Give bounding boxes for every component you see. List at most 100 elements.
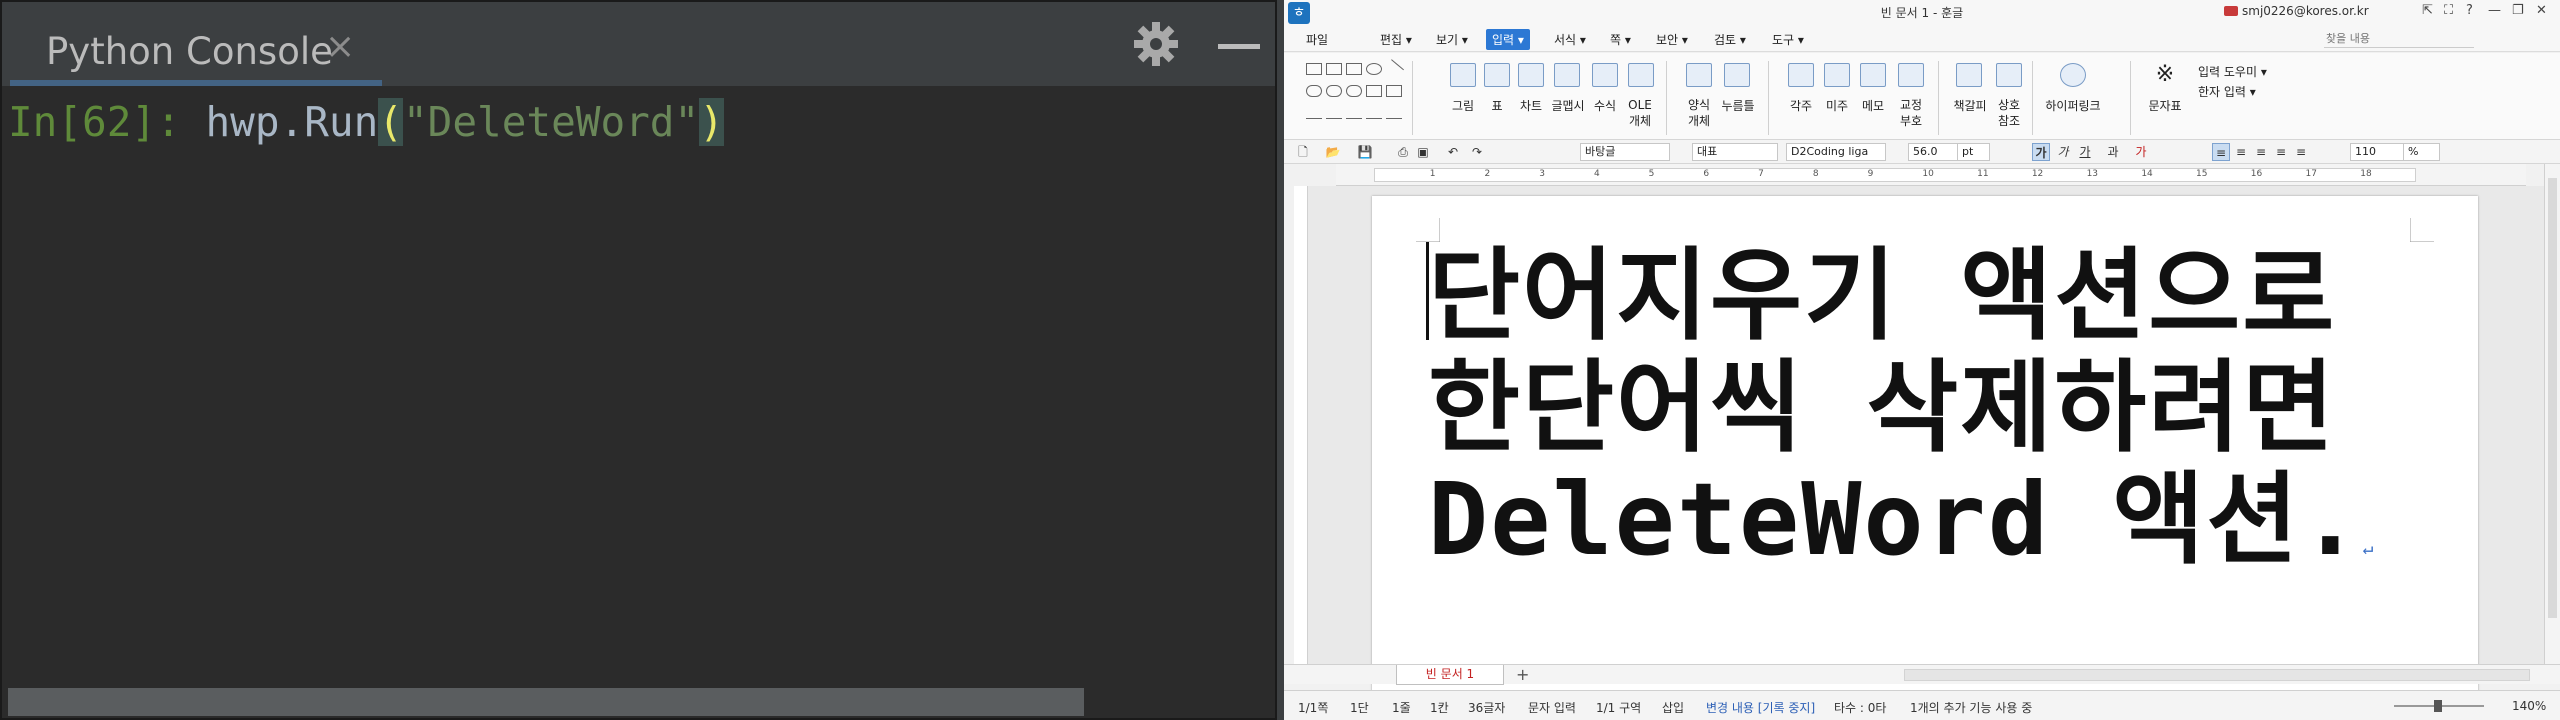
gear-icon[interactable] <box>1132 20 1180 68</box>
menu-security[interactable]: 보안 ▾ <box>1656 31 1688 48</box>
splitter[interactable] <box>1277 0 1284 720</box>
align-right-icon[interactable]: ≡ <box>2252 143 2270 161</box>
zoom-slider-knob[interactable] <box>2434 700 2442 712</box>
menu-page[interactable]: 쪽 ▾ <box>1610 31 1631 48</box>
user-email[interactable]: smj0226@kores.or.kr <box>2242 4 2369 18</box>
redo-icon[interactable]: ↷ <box>1468 143 1486 161</box>
print-icon[interactable]: ⎙ <box>1394 143 1412 161</box>
bold-button[interactable]: 가 <box>2032 143 2050 161</box>
field-button[interactable]: 누름틀 <box>1720 97 1756 114</box>
close-icon[interactable]: × <box>325 26 355 67</box>
menu-file[interactable]: 파일 <box>1306 31 1328 48</box>
wordart-icon[interactable] <box>1554 63 1580 87</box>
horizontal-scrollbar[interactable] <box>8 688 1084 716</box>
align-center-icon[interactable]: ≡ <box>2272 143 2290 161</box>
menu-format[interactable]: 서식 ▾ <box>1554 31 1586 48</box>
character-map-button[interactable]: 문자표 <box>2148 97 2182 114</box>
document-area[interactable]: 단어지우기 액션으로 한단어씩 삭제하려면 DeleteWord 액션.↵ <box>1308 186 2546 696</box>
shape-gallery[interactable] <box>1306 59 1406 131</box>
align-justify-icon[interactable]: ≡ <box>2212 143 2230 161</box>
formula-icon[interactable] <box>1592 63 1618 87</box>
minimize-icon[interactable] <box>1218 44 1260 49</box>
document-tab[interactable]: 빈 문서 1 <box>1396 665 1504 685</box>
ole-object-button[interactable]: OLE 개체 <box>1624 97 1656 129</box>
endnote-icon[interactable] <box>1824 63 1850 87</box>
footnote-button[interactable]: 각주 <box>1786 97 1816 114</box>
italic-button[interactable]: 가 <box>2054 143 2072 161</box>
open-icon[interactable]: 📂 <box>1324 143 1342 161</box>
ole-object-icon[interactable] <box>1628 63 1654 87</box>
hyperlink-icon[interactable] <box>2060 63 2086 87</box>
input-helper-button[interactable]: 입력 도우미 ▾ <box>2198 63 2267 80</box>
font-size-input[interactable]: 56.0 <box>1908 143 1958 161</box>
distribute-icon[interactable]: ≡ <box>2292 143 2310 161</box>
status-page[interactable]: 1/1쪽 <box>1298 699 1328 716</box>
hanja-input-button[interactable]: 한자 입력 ▾ <box>2198 83 2256 100</box>
bookmark-button[interactable]: 책갈피 <box>1950 97 1990 114</box>
status-track-changes[interactable]: 변경 내용 [기록 중지] <box>1706 699 1815 716</box>
hyperlink-button[interactable]: 하이퍼링크 <box>2042 97 2104 114</box>
table-icon[interactable] <box>1484 63 1510 87</box>
help-icon[interactable]: ? <box>2466 3 2473 18</box>
style-select[interactable]: 바탕글 <box>1580 143 1670 161</box>
language-select[interactable]: 대표 <box>1692 143 1778 161</box>
endnote-button[interactable]: 미주 <box>1822 97 1852 114</box>
search-input[interactable] <box>2324 30 2474 48</box>
chart-button[interactable]: 차트 <box>1518 97 1544 114</box>
document-text[interactable]: 단어지우기 액션으로 한단어씩 삭제하려면 DeleteWord 액션.↵ <box>1428 240 2373 605</box>
new-doc-icon[interactable]: 🗋 <box>1294 143 1312 161</box>
menu-insert[interactable]: 입력 ▾ <box>1486 29 1530 50</box>
bookmark-icon[interactable] <box>1956 63 1982 87</box>
proofreading-icon[interactable] <box>1898 63 1924 87</box>
table-button[interactable]: 표 <box>1484 97 1510 114</box>
close-window-icon[interactable]: ✕ <box>2536 3 2547 18</box>
maximize-window-icon[interactable]: ❐ <box>2512 3 2524 18</box>
font-size-unit[interactable]: pt <box>1958 143 1990 161</box>
memo-icon[interactable] <box>1860 63 1886 87</box>
align-left-icon[interactable]: ≡ <box>2232 143 2250 161</box>
status-input-mode[interactable]: 문자 입력 <box>1528 699 1576 716</box>
horizontal-ruler[interactable]: 1 2 3 4 5 6 7 8 9 10 11 12 13 14 15 16 17 18 <box>1336 164 2526 186</box>
menu-tools[interactable]: 도구 ▾ <box>1772 31 1804 48</box>
font-color-button[interactable]: 가 <box>2132 143 2150 161</box>
character-map-icon[interactable]: ※ <box>2152 63 2178 87</box>
proofreading-button[interactable]: 교정 부호 <box>1894 97 1928 129</box>
cross-reference-button[interactable]: 상호 참조 <box>1994 97 2024 129</box>
console-tab[interactable]: Python Console × <box>10 12 382 86</box>
line-spacing-input[interactable]: 110 <box>2350 143 2404 161</box>
footnote-icon[interactable] <box>1788 63 1814 87</box>
menu-review[interactable]: 검토 ▾ <box>1714 31 1746 48</box>
minimize-window-icon[interactable]: — <box>2488 3 2501 18</box>
vertical-scrollbar[interactable] <box>2544 164 2560 664</box>
memo-button[interactable]: 메모 <box>1858 97 1888 114</box>
scrollbar-thumb[interactable] <box>2548 178 2557 618</box>
field-icon[interactable] <box>1724 63 1750 87</box>
line-spacing-unit[interactable]: % <box>2404 143 2440 161</box>
vertical-ruler[interactable] <box>1294 186 1308 664</box>
font-select[interactable]: D2Coding liga <box>1786 143 1886 161</box>
console-input-line[interactable]: In[62]: hwp.Run("DeleteWord") <box>8 90 724 154</box>
fullscreen-icon[interactable]: ⛶ <box>2444 3 2453 18</box>
status-addons[interactable]: 1개의 추가 기능 사용 중 <box>1910 699 2032 716</box>
menu-edit[interactable]: 편집 ▾ <box>1380 31 1412 48</box>
wordart-button[interactable]: 글맵시 <box>1550 97 1586 114</box>
formula-button[interactable]: 수식 <box>1592 97 1618 114</box>
status-zoom[interactable]: 140% <box>2512 699 2546 713</box>
horizontal-scrollbar[interactable] <box>1904 669 2530 681</box>
picture-button[interactable]: 그림 <box>1452 97 1474 114</box>
status-insert-mode[interactable]: 삽입 <box>1662 699 1684 716</box>
add-tab-icon[interactable]: + <box>1516 665 1529 684</box>
undo-icon[interactable]: ↶ <box>1444 143 1462 161</box>
document-page[interactable]: 단어지우기 액션으로 한단어씩 삭제하려면 DeleteWord 액션.↵ <box>1372 196 2478 696</box>
preview-icon[interactable]: ▣ <box>1414 143 1432 161</box>
chart-icon[interactable] <box>1518 63 1544 87</box>
form-object-icon[interactable] <box>1686 63 1712 87</box>
cross-reference-icon[interactable] <box>1996 63 2022 87</box>
save-icon[interactable]: 💾 <box>1356 143 1374 161</box>
form-object-button[interactable]: 양식 개체 <box>1684 97 1714 129</box>
menu-view[interactable]: 보기 ▾ <box>1436 31 1468 48</box>
restore-ribbon-icon[interactable]: ⇱ <box>2422 3 2433 18</box>
underline-button[interactable]: 가 <box>2076 143 2094 161</box>
strike-button[interactable]: 과 <box>2104 143 2122 161</box>
picture-icon[interactable] <box>1450 63 1476 87</box>
